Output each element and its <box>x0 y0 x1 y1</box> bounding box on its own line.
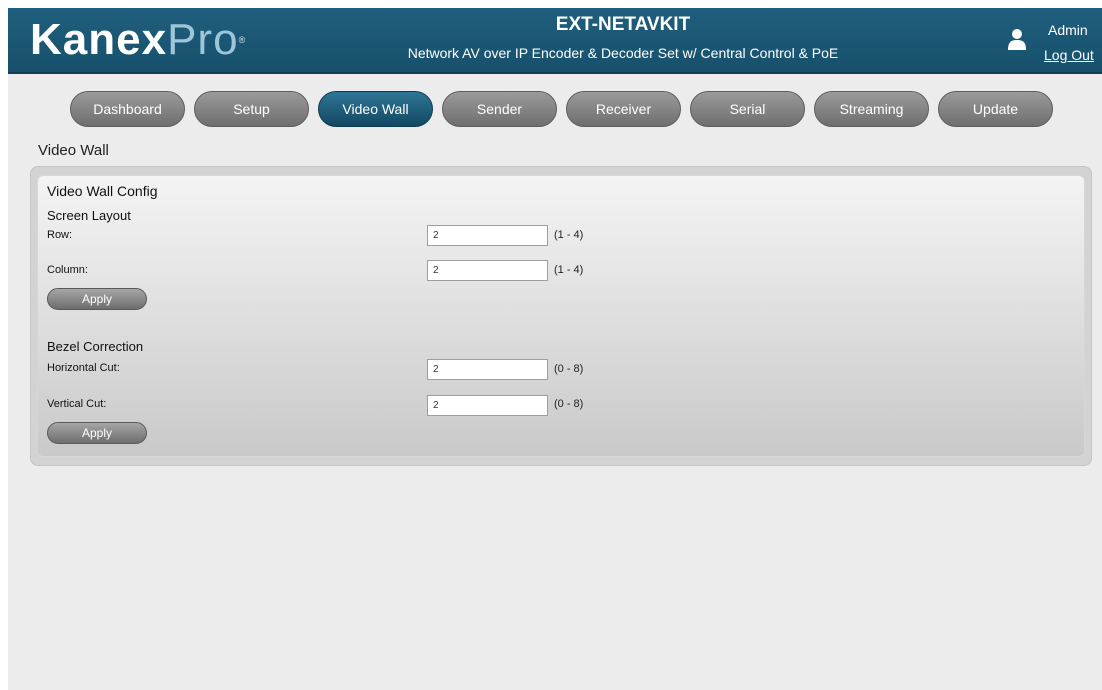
logo-text-bold: Kanex <box>30 15 168 64</box>
user-icon <box>1008 29 1026 50</box>
horizontal-cut-range-hint: (0 - 8) <box>554 363 584 375</box>
kanexpro-logo: KanexPro® <box>30 18 246 62</box>
screen-layout-apply-button[interactable]: Apply <box>47 288 147 310</box>
logout-link[interactable]: Log Out <box>1044 47 1094 63</box>
video-wall-config-card: Video Wall Config Screen Layout Row: (1 … <box>37 175 1085 457</box>
video-wall-config-panel: Video Wall Config Screen Layout Row: (1 … <box>30 166 1092 466</box>
vertical-cut-input[interactable] <box>427 395 548 416</box>
vertical-cut-label: Vertical Cut: <box>47 398 107 410</box>
row-label: Row: <box>47 229 73 241</box>
logo-text-light: Pro <box>167 15 239 64</box>
row-range-hint: (1 - 4) <box>554 229 584 241</box>
tab-sender[interactable]: Sender <box>442 91 557 127</box>
admin-username: Admin <box>1048 22 1088 38</box>
header: KanexPro® EXT-NETAVKIT Network AV over I… <box>8 8 1102 74</box>
tab-video-wall[interactable]: Video Wall <box>318 91 433 127</box>
tab-receiver[interactable]: Receiver <box>566 91 681 127</box>
column-range-hint: (1 - 4) <box>554 264 584 276</box>
config-title: Video Wall Config <box>47 183 158 199</box>
column-input[interactable] <box>427 260 548 281</box>
logo-registered-mark: ® <box>238 35 247 45</box>
tab-serial[interactable]: Serial <box>690 91 805 127</box>
vertical-cut-range-hint: (0 - 8) <box>554 398 584 410</box>
product-title: EXT-NETAVKIT <box>555 14 691 35</box>
tab-streaming[interactable]: Streaming <box>814 91 929 127</box>
row-input[interactable] <box>427 225 548 246</box>
horizontal-cut-input[interactable] <box>427 359 548 380</box>
tab-dashboard[interactable]: Dashboard <box>70 91 185 127</box>
product-subtitle: Network AV over IP Encoder & Decoder Set… <box>407 45 839 61</box>
page: KanexPro® EXT-NETAVKIT Network AV over I… <box>8 8 1102 690</box>
horizontal-cut-label: Horizontal Cut: <box>47 362 120 374</box>
page-title: Video Wall <box>38 142 109 159</box>
bezel-correction-title: Bezel Correction <box>47 339 144 354</box>
tab-setup[interactable]: Setup <box>194 91 309 127</box>
tab-update[interactable]: Update <box>938 91 1053 127</box>
screen-layout-title: Screen Layout <box>47 208 131 223</box>
bezel-correction-apply-button[interactable]: Apply <box>47 422 147 444</box>
column-label: Column: <box>47 264 88 276</box>
